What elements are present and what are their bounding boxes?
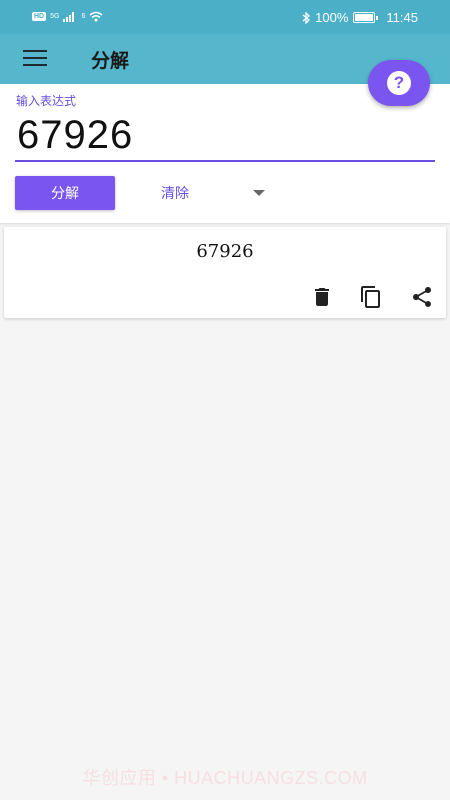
status-right: 100% 11:45 — [302, 10, 418, 25]
hd-badge: HD — [32, 12, 47, 21]
wifi-badge: 6 — [81, 13, 86, 20]
bluetooth-icon — [302, 11, 311, 24]
help-button[interactable]: ? — [368, 60, 430, 106]
battery-percent: 100% — [315, 10, 349, 25]
copy-icon[interactable] — [359, 285, 383, 309]
page-title: 分解 — [91, 50, 130, 72]
wifi-icon — [89, 11, 103, 22]
signal-icon — [63, 11, 75, 22]
input-card: 输入表达式 分解 清除 — [0, 84, 450, 223]
expression-input[interactable] — [15, 110, 435, 162]
input-label: 输入表达式 — [16, 94, 77, 108]
dropdown-arrow-icon[interactable] — [253, 190, 265, 196]
help-icon: ? — [387, 71, 411, 95]
network-type: 5G — [50, 13, 60, 20]
menu-icon[interactable] — [23, 50, 47, 68]
delete-icon[interactable] — [310, 285, 334, 309]
status-bar: HD 5G 6 100% 11:45 — [0, 0, 450, 34]
result-text: 67926 — [196, 241, 254, 262]
watermark: 华创应用 • HUACHUANGZS.COM — [82, 768, 368, 788]
battery-icon — [353, 12, 379, 23]
share-icon[interactable] — [410, 285, 434, 309]
factor-button[interactable]: 分解 — [15, 176, 115, 210]
clock: 11:45 — [386, 10, 418, 25]
status-left: HD 5G 6 — [32, 11, 103, 22]
clear-button[interactable]: 清除 — [140, 176, 210, 210]
result-card: 67926 — [4, 227, 446, 318]
